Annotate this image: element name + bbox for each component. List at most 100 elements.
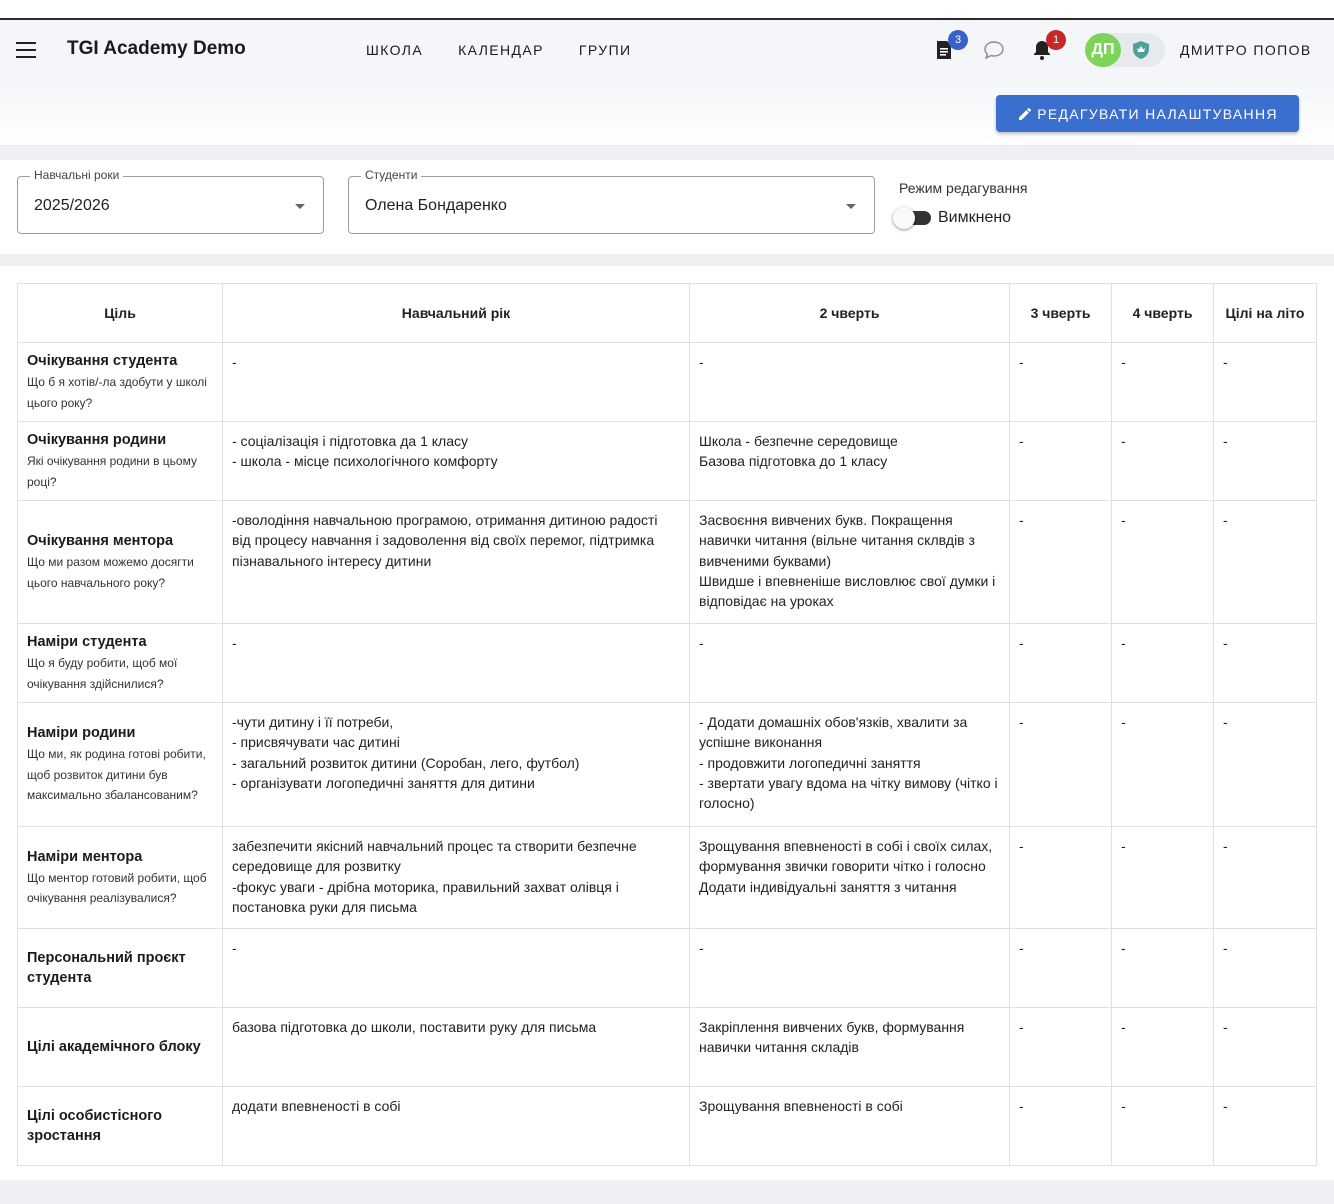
column-header-quarter-4: 4 чверть	[1111, 283, 1214, 343]
column-header-goal: Ціль	[17, 283, 223, 343]
table-row: Персональний проєкт студента - - - - -	[17, 928, 1317, 1008]
column-header-quarter-2: 2 чверть	[689, 283, 1010, 343]
cell-summer: -	[1213, 623, 1317, 703]
caret-down-icon	[295, 204, 305, 209]
cell-academic-year: -	[222, 342, 690, 422]
messages-button[interactable]	[982, 38, 1006, 62]
cell-quarter-2: Засвоєння вивчених букв. Покращення нави…	[689, 500, 1010, 624]
nav-item-school[interactable]: ШКОЛА	[366, 42, 423, 58]
cell-quarter-4: -	[1111, 342, 1214, 422]
notifications-badge: 1	[1046, 30, 1066, 50]
cell-quarter-2: Школа - безпечне середовище Базова підго…	[689, 421, 1010, 501]
chat-bubble-icon	[984, 41, 1004, 60]
goal-cell: Цілі академічного блоку	[17, 1007, 223, 1087]
cell-quarter-2: Зрощування впевненості в собі і своїх си…	[689, 826, 1010, 929]
caret-down-icon	[846, 204, 856, 209]
cell-academic-year: -	[222, 928, 690, 1008]
goal-subtitle: Що б я хотів/-ла здобути у школі цього р…	[27, 375, 207, 410]
cell-academic-year: -	[222, 623, 690, 703]
cell-quarter-2: -	[689, 928, 1010, 1008]
academic-year-select[interactable]: Навчальні роки 2025/2026	[17, 168, 324, 234]
documents-badge: 3	[948, 30, 968, 50]
table-row: Цілі особистісного зростання додати впев…	[17, 1086, 1317, 1166]
goal-cell: Очікування родини Які очікування родини …	[17, 421, 223, 501]
edit-mode-state: Вимкнено	[938, 209, 1012, 226]
cell-quarter-4: -	[1111, 826, 1214, 929]
goal-subtitle: Що ментор готовий робити, щоб очікування…	[27, 870, 207, 906]
goal-cell: Наміри родини Що ми, як родина готові ро…	[17, 702, 223, 827]
app-bar: TGI Academy Demo ШКОЛА КАЛЕНДАР ГРУПИ 3 …	[0, 20, 1334, 82]
goal-cell: Цілі особистісного зростання	[17, 1086, 223, 1166]
table-row: Очікування студента Що б я хотів/-ла здо…	[17, 342, 1317, 422]
edit-mode-toggle[interactable]	[893, 207, 933, 229]
table-row: Цілі академічного блоку базова підготовк…	[17, 1007, 1317, 1087]
main-nav: ШКОЛА КАЛЕНДАР ГРУПИ	[366, 42, 632, 58]
table-row: Очікування родини Які очікування родини …	[17, 421, 1317, 501]
cell-quarter-3: -	[1009, 421, 1112, 501]
cell-summer: -	[1213, 1007, 1317, 1087]
edit-settings-button[interactable]: РЕДАГУВАТИ НАЛАШТУВАННЯ	[996, 95, 1299, 132]
goal-title: Наміри родини	[27, 725, 136, 742]
goal-subtitle: Що ми, як родина готові робити, щоб розв…	[27, 747, 206, 803]
student-value: Олена Бондаренко	[365, 197, 507, 214]
column-header-quarter-3: 3 чверть	[1009, 283, 1112, 343]
table-row: Наміри ментора Що ментор готовий робити,…	[17, 826, 1317, 929]
goal-subtitle: Які очікування родини в цьому році?	[27, 454, 197, 489]
notifications-button[interactable]: 1	[1030, 30, 1066, 62]
cell-quarter-4: -	[1111, 1007, 1214, 1087]
cell-quarter-3: -	[1009, 342, 1112, 422]
cell-quarter-3: -	[1009, 928, 1112, 1008]
table-row: Наміри студента Що я буду робити, щоб мо…	[17, 623, 1317, 703]
cell-quarter-4: -	[1111, 623, 1214, 703]
cell-summer: -	[1213, 826, 1317, 929]
cell-summer: -	[1213, 702, 1317, 827]
goal-cell: Наміри ментора Що ментор готовий робити,…	[17, 826, 223, 929]
goal-cell: Очікування студента Що б я хотів/-ла здо…	[17, 342, 223, 422]
goal-title: Очікування студента	[27, 353, 178, 369]
cell-summer: -	[1213, 928, 1317, 1008]
app-title: TGI Academy Demo	[67, 38, 246, 59]
column-header-academic-year: Навчальний рік	[222, 283, 690, 343]
goal-title: Персональний проєкт студента	[27, 950, 186, 986]
cell-quarter-3: -	[1009, 500, 1112, 624]
goal-cell: Персональний проєкт студента	[17, 928, 223, 1008]
documents-button[interactable]: 3	[932, 30, 968, 62]
cell-quarter-2: Зрощування впевненості в собі	[689, 1086, 1010, 1166]
student-select[interactable]: Студенти Олена Бондаренко	[348, 168, 875, 234]
edit-mode-label: Режим редагування	[899, 180, 1028, 196]
goal-title: Цілі академічного блоку	[27, 1039, 201, 1055]
student-label: Студенти	[361, 168, 422, 182]
hamburger-menu-icon[interactable]	[16, 42, 36, 58]
goal-cell: Наміри студента Що я буду робити, щоб мо…	[17, 623, 223, 703]
cell-quarter-4: -	[1111, 702, 1214, 827]
user-chip[interactable]: ДП	[1085, 33, 1165, 67]
nav-item-groups[interactable]: ГРУПИ	[579, 42, 632, 58]
cell-academic-year: -чути дитину і її потреби, - присвячуват…	[222, 702, 690, 827]
cell-summer: -	[1213, 342, 1317, 422]
settings-bar: РЕДАГУВАТИ НАЛАШТУВАННЯ	[0, 82, 1334, 146]
page-bottom-strip	[0, 1180, 1334, 1204]
cell-quarter-4: -	[1111, 421, 1214, 501]
goal-title: Очікування родини	[27, 432, 167, 448]
section-divider	[0, 254, 1334, 266]
cell-summer: -	[1213, 500, 1317, 624]
cell-quarter-2: -	[689, 342, 1010, 422]
nav-item-calendar[interactable]: КАЛЕНДАР	[458, 42, 544, 58]
goals-table: Ціль Навчальний рік 2 чверть 3 чверть 4 …	[17, 283, 1317, 1166]
cell-quarter-2: -	[689, 623, 1010, 703]
filters-panel: Навчальні роки 2025/2026 Студенти Олена …	[0, 160, 1334, 254]
edit-settings-label: РЕДАГУВАТИ НАЛАШТУВАННЯ	[1037, 105, 1278, 122]
toggle-thumb	[893, 207, 915, 229]
cell-quarter-4: -	[1111, 1086, 1214, 1166]
goal-title: Наміри студента	[27, 634, 147, 650]
pencil-icon	[1019, 107, 1032, 120]
goal-title: Наміри ментора	[27, 848, 143, 865]
goal-cell: Очікування ментора Що ми разом можемо до…	[17, 500, 223, 624]
cell-academic-year: додати впевненості в собі	[222, 1086, 690, 1166]
cell-summer: -	[1213, 421, 1317, 501]
cell-academic-year: забезпечити якісний навчальний процес та…	[222, 826, 690, 929]
avatar: ДП	[1085, 33, 1121, 67]
cell-academic-year: -оволодіння навчальною програмою, отрима…	[222, 500, 690, 624]
table-row: Очікування ментора Що ми разом можемо до…	[17, 500, 1317, 624]
section-divider	[0, 146, 1334, 160]
